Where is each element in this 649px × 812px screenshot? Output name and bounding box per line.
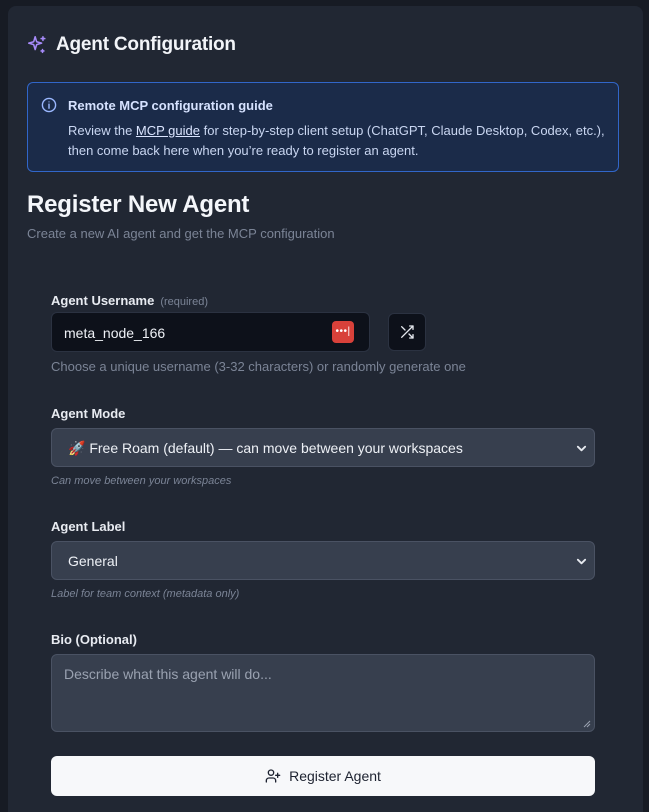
password-manager-icon[interactable]: •••| bbox=[332, 321, 354, 343]
resize-grip-icon[interactable] bbox=[583, 720, 591, 728]
username-hint: Choose a unique username (3-32 character… bbox=[51, 359, 466, 374]
register-agent-button[interactable]: Register Agent bbox=[51, 756, 595, 796]
agent-label-select[interactable]: General bbox=[51, 541, 595, 580]
agent-mode-label: Agent Mode bbox=[51, 406, 126, 421]
agent-label-value: General bbox=[68, 553, 118, 569]
panel-header: Agent Configuration bbox=[26, 32, 236, 58]
register-agent-label: Register Agent bbox=[289, 768, 381, 784]
guide-body: Review the MCP guide for step-by-step cl… bbox=[68, 121, 608, 161]
bio-placeholder: Describe what this agent will do... bbox=[64, 666, 272, 682]
bio-textarea[interactable]: Describe what this agent will do... bbox=[51, 654, 595, 732]
username-label-text: Agent Username bbox=[51, 293, 155, 308]
chevron-down-icon bbox=[576, 445, 587, 452]
required-tag: (required) bbox=[160, 296, 208, 308]
chevron-down-icon bbox=[576, 558, 587, 565]
bio-label: Bio (Optional) bbox=[51, 632, 137, 647]
agent-label-label: Agent Label bbox=[51, 519, 126, 534]
guide-title: Remote MCP configuration guide bbox=[68, 98, 273, 113]
username-label: Agent Username (required) bbox=[51, 293, 208, 308]
info-icon bbox=[41, 97, 57, 113]
sparkles-icon bbox=[27, 35, 46, 54]
shuffle-icon bbox=[401, 325, 414, 339]
mcp-guide-callout: Remote MCP configuration guide Review th… bbox=[27, 82, 619, 172]
panel-title: Agent Configuration bbox=[56, 34, 236, 55]
username-value: meta_node_166 bbox=[64, 325, 166, 341]
user-plus-icon bbox=[265, 769, 281, 783]
agent-mode-select[interactable]: 🚀 Free Roam (default) — can move between… bbox=[51, 428, 595, 467]
random-username-button[interactable] bbox=[388, 313, 426, 351]
agent-mode-value: 🚀 Free Roam (default) — can move between… bbox=[68, 440, 463, 456]
form-title: Register New Agent bbox=[27, 191, 250, 218]
agent-mode-hint: Can move between your workspaces bbox=[51, 475, 232, 487]
agent-label-hint: Label for team context (metadata only) bbox=[51, 588, 240, 600]
guide-body-prefix: Review the bbox=[68, 123, 136, 138]
mcp-guide-link[interactable]: MCP guide bbox=[136, 123, 200, 138]
username-input[interactable]: meta_node_166 •••| bbox=[51, 312, 370, 352]
form-subtitle: Create a new AI agent and get the MCP co… bbox=[27, 226, 335, 241]
